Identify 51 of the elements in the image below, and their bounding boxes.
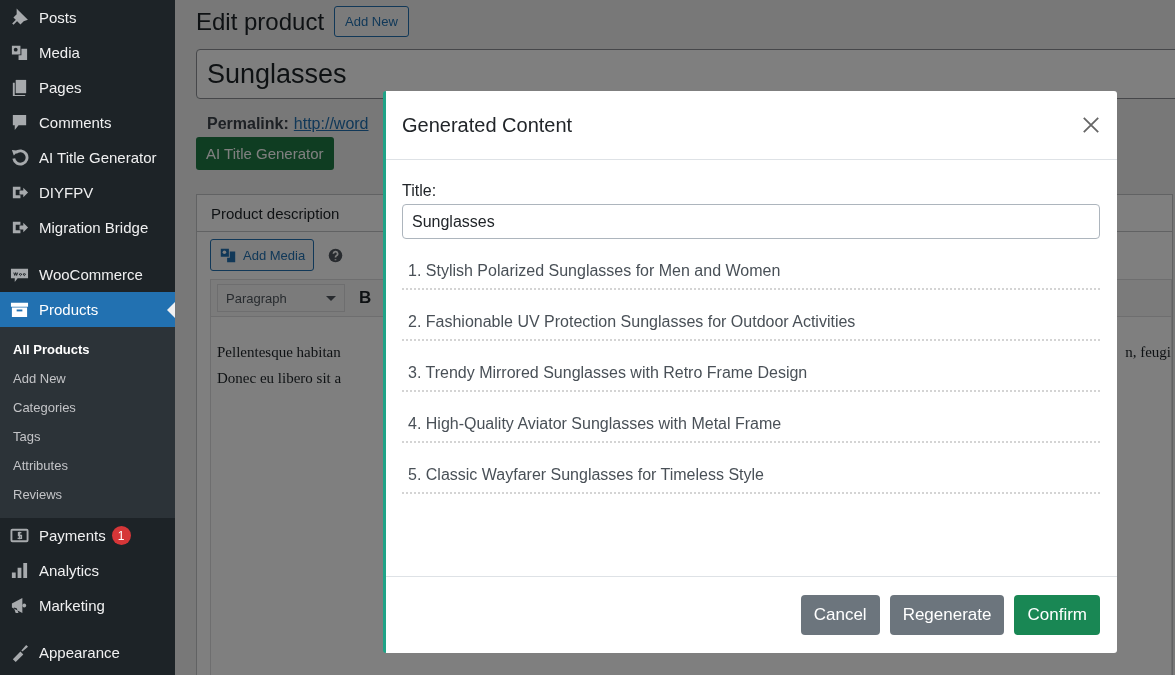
submenu-item[interactable]: Reviews bbox=[0, 480, 175, 509]
editor-text: Donec eu libero sit a bbox=[217, 369, 342, 388]
banknote-icon bbox=[10, 526, 29, 545]
modal-title: Generated Content bbox=[402, 113, 573, 137]
title-suggestion[interactable]: 1. Stylish Polarized Sunglasses for Men and Women bbox=[402, 249, 1100, 290]
title-input-field[interactable]: Sunglasses bbox=[402, 204, 1100, 239]
sidebar-item[interactable]: Products bbox=[0, 292, 175, 327]
sidebar-item[interactable]: Comments bbox=[0, 105, 175, 140]
notification-badge: 1 bbox=[111, 526, 131, 545]
sidebar-item[interactable]: Appearance bbox=[0, 635, 175, 670]
close-icon[interactable] bbox=[1082, 116, 1100, 134]
sidebar-item[interactable]: Analytics bbox=[0, 553, 175, 588]
page-heading: Edit product bbox=[196, 7, 325, 36]
pin-icon bbox=[10, 8, 29, 27]
help-icon[interactable] bbox=[327, 246, 345, 264]
submenu-item[interactable]: Tags bbox=[0, 422, 175, 451]
sidebar-item[interactable]: Migration Bridge bbox=[0, 210, 175, 245]
sidebar-item[interactable]: Posts bbox=[0, 0, 175, 35]
media-icon bbox=[219, 246, 237, 264]
panel-title: Product description bbox=[211, 204, 340, 222]
brush-icon bbox=[10, 643, 29, 662]
media-icon bbox=[10, 43, 29, 62]
field-label: Title: bbox=[402, 182, 438, 200]
submenu-item[interactable]: All Products bbox=[0, 335, 175, 364]
title-suggestion[interactable]: 3. Trendy Mirrored Sunglasses with Retro Frame Design bbox=[402, 351, 1100, 392]
archive-icon bbox=[10, 300, 29, 319]
sidebar-item[interactable]: DIYFPV bbox=[0, 175, 175, 210]
sidebar-item[interactable]: Marketing bbox=[0, 588, 175, 623]
bar-chart-icon bbox=[10, 561, 29, 580]
sidebar-item[interactable]: Payments 1 bbox=[0, 518, 175, 553]
bold-button[interactable]: B bbox=[353, 286, 378, 310]
comment-icon bbox=[10, 113, 29, 132]
dialog-button[interactable]: Regenerate bbox=[889, 595, 1005, 635]
sidebar-item[interactable]: Pages bbox=[0, 70, 175, 105]
submenu-item[interactable]: Categories bbox=[0, 393, 175, 422]
title-suggestion[interactable]: 5. Classic Wayfarer Sunglasses for Timeless Style bbox=[402, 453, 1100, 494]
submenu-item[interactable]: Attributes bbox=[0, 451, 175, 480]
editor-text: n, feugi bbox=[1125, 343, 1171, 362]
sidebar-item[interactable]: WooCommerce bbox=[0, 257, 175, 292]
title-suggestion[interactable]: 4. High-Quality Aviator Sunglasses with Metal Frame bbox=[402, 402, 1100, 443]
submenu-item[interactable]: Add New bbox=[0, 364, 175, 393]
title-suggestion[interactable]: 2. Fashionable UV Protection Sunglasses for Outdoor Activities bbox=[402, 300, 1100, 341]
sidebar-item[interactable]: AI Title Generator bbox=[0, 140, 175, 175]
pages-icon bbox=[10, 78, 29, 97]
megaphone-icon bbox=[10, 596, 29, 615]
editor-text: Pellentesque habitan bbox=[217, 343, 342, 362]
dialog-button[interactable]: Confirm bbox=[1014, 595, 1100, 635]
permalink-label: Permalink: bbox=[207, 115, 289, 132]
refresh-icon bbox=[10, 148, 29, 167]
dialog-button[interactable]: Cancel bbox=[800, 595, 880, 635]
sidebar-item[interactable]: Media bbox=[0, 35, 175, 70]
